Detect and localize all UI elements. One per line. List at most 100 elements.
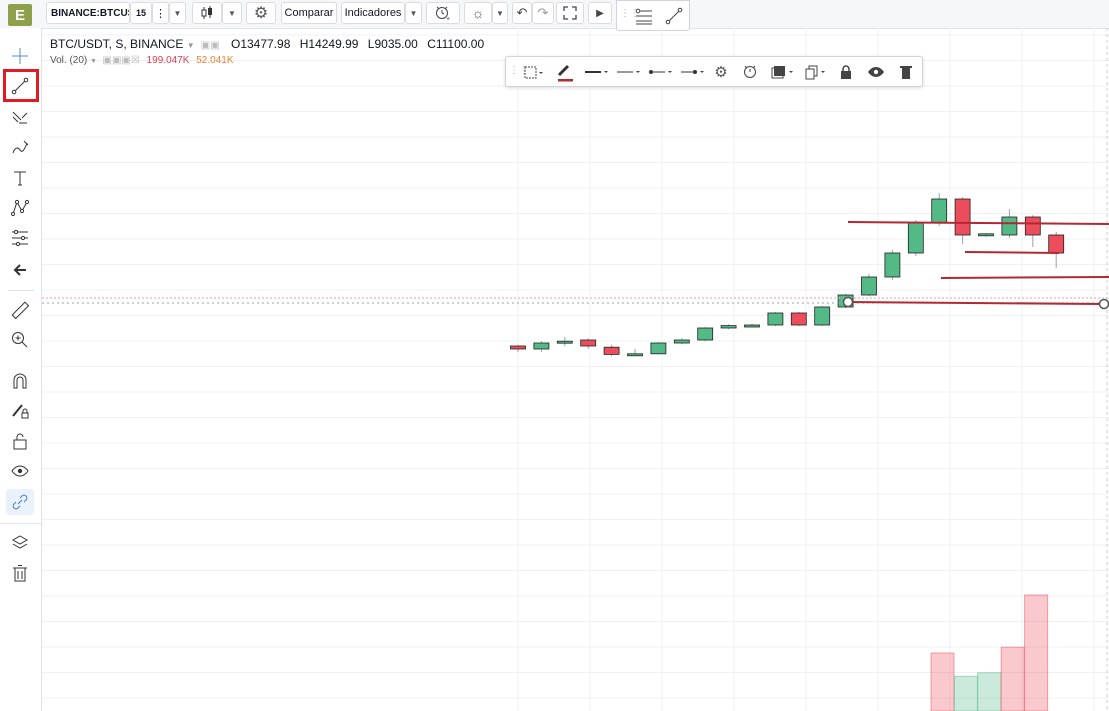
- volume-bar: [930, 652, 955, 711]
- drawing-toolbar: [0, 28, 42, 711]
- hide-drawings-tool[interactable]: [6, 458, 34, 484]
- crosshair-icon: [12, 48, 28, 64]
- pattern-tool[interactable]: [6, 195, 34, 221]
- indicators-button[interactable]: Indicadores: [341, 2, 405, 24]
- hide-button[interactable]: [864, 60, 888, 84]
- candle-body: [884, 252, 901, 278]
- candle-body: [744, 324, 760, 328]
- magnet-tool[interactable]: [6, 368, 34, 394]
- fib-tool[interactable]: [6, 105, 34, 131]
- sync-drawings-tool[interactable]: [6, 489, 34, 515]
- fib-tool-icon: [12, 111, 28, 124]
- app-logo[interactable]: E: [8, 4, 32, 26]
- legend-symbol[interactable]: BTC/USDT, S, BINANCE: [50, 37, 183, 51]
- volume-bar: [1000, 646, 1025, 711]
- eye-icon: [11, 465, 29, 477]
- clone-icon: [805, 65, 825, 80]
- line-color-button[interactable]: [552, 60, 578, 84]
- prediction-tool[interactable]: [6, 225, 34, 251]
- drawn-line-selected[interactable]: [847, 301, 1105, 305]
- play-button[interactable]: ▶: [588, 2, 612, 24]
- drawn-line-top[interactable]: [847, 221, 1109, 225]
- hide-toolbar-arrow[interactable]: [6, 257, 34, 283]
- crosshair-tool[interactable]: [6, 43, 34, 69]
- drawing-alert-button[interactable]: [738, 60, 764, 84]
- pencil-icon: [557, 64, 573, 82]
- volume-dropdown-icon[interactable]: ▼: [90, 58, 97, 65]
- lightbulb-icon: ☼: [471, 5, 485, 21]
- favorites-toolbar: ⋮⋮: [616, 0, 690, 31]
- legend-ohlc: O13477.98 H14249.99 L9035.00 C11100.00: [231, 37, 490, 51]
- object-tree-tool[interactable]: [6, 530, 34, 556]
- legend-close: C11100.00: [427, 37, 485, 51]
- measure-tool[interactable]: [6, 297, 34, 323]
- remove-drawings-tool[interactable]: [6, 560, 34, 586]
- undo-icon: ↶: [516, 5, 528, 20]
- volume-label[interactable]: Vol. (20): [50, 55, 87, 66]
- undo-button[interactable]: ↶: [512, 2, 532, 24]
- ideas-dropdown-icon[interactable]: ▼: [492, 2, 508, 24]
- chart-type-button[interactable]: [192, 2, 222, 24]
- lock-drawings-tool[interactable]: [6, 428, 34, 454]
- drawn-line-middle-upper[interactable]: [964, 251, 1060, 254]
- indicators-dropdown-icon[interactable]: ▼: [405, 2, 422, 24]
- highlight-box: [3, 69, 39, 102]
- alert-button[interactable]: +: [426, 2, 460, 24]
- interval-selector[interactable]: 15: [130, 2, 152, 24]
- arrow-left-icon: [13, 264, 26, 276]
- volume-bar: [953, 675, 978, 711]
- candle-body: [627, 353, 643, 357]
- legend-dropdown-icon[interactable]: ▼: [187, 41, 195, 50]
- delete-button[interactable]: [894, 60, 918, 84]
- lock-pencil-icon: [12, 404, 29, 419]
- fullscreen-button[interactable]: [556, 2, 584, 24]
- volume-legend: Vol. (20) ▼ ▣▣▣☒ 199.047K 52.041K: [50, 55, 234, 66]
- prediction-icon: [12, 229, 28, 247]
- lock-button[interactable]: [834, 60, 858, 84]
- legend-open: O13477.98: [231, 37, 291, 51]
- drawing-settings-button[interactable]: ⚙: [708, 60, 734, 84]
- fav-fib-button[interactable]: [631, 4, 657, 28]
- stack-icon: [771, 66, 793, 79]
- drawn-line-middle[interactable]: [940, 276, 1109, 279]
- line-end-left-icon: [649, 70, 672, 74]
- link-icon: [12, 494, 28, 510]
- fav-trend-line-button[interactable]: [661, 4, 687, 28]
- clone-button[interactable]: [802, 60, 830, 84]
- candle-body: [954, 198, 971, 236]
- compare-button[interactable]: Comparar: [281, 2, 337, 24]
- candle-body: [790, 312, 807, 326]
- zoom-tool[interactable]: [6, 327, 34, 353]
- left-end-button[interactable]: [646, 60, 676, 84]
- candlestick-icon: [201, 6, 212, 19]
- redo-icon: ↷: [537, 5, 549, 20]
- line-style-icon: [617, 71, 640, 73]
- zoom-in-icon: [12, 332, 28, 348]
- interval-more-icon[interactable]: ⋮: [152, 2, 169, 24]
- price-chart[interactable]: [42, 28, 1109, 711]
- volume-buttons[interactable]: ▣▣▣☒: [100, 55, 140, 66]
- pattern-icon: [10, 199, 30, 217]
- interval-dropdown-icon[interactable]: ▼: [169, 2, 186, 24]
- right-end-button[interactable]: [678, 60, 708, 84]
- svg-text:+: +: [446, 16, 450, 22]
- stay-in-drawing-mode[interactable]: [6, 398, 34, 424]
- candle-body: [533, 342, 550, 350]
- chart-grid: [42, 28, 1109, 711]
- line-width-button[interactable]: [582, 60, 612, 84]
- brush-tool[interactable]: [6, 135, 34, 161]
- replay-ideas-button[interactable]: ☼: [464, 2, 492, 24]
- chart-type-dropdown-icon[interactable]: ▼: [222, 2, 242, 24]
- line-anchor-end[interactable]: [1098, 298, 1109, 310]
- line-anchor-start[interactable]: [842, 296, 854, 308]
- candle-body: [1048, 234, 1065, 254]
- template-button[interactable]: [520, 60, 548, 84]
- gear-icon: ⚙: [253, 5, 269, 22]
- text-tool[interactable]: [6, 165, 34, 191]
- settings-button[interactable]: ⚙: [246, 2, 276, 24]
- symbol-search[interactable]: BINANCE:BTCUS: [46, 2, 130, 24]
- legend-buttons[interactable]: ▣▣: [198, 40, 220, 51]
- line-style-button[interactable]: [614, 60, 644, 84]
- visibility-button[interactable]: [768, 60, 798, 84]
- redo-button[interactable]: ↷: [532, 2, 554, 24]
